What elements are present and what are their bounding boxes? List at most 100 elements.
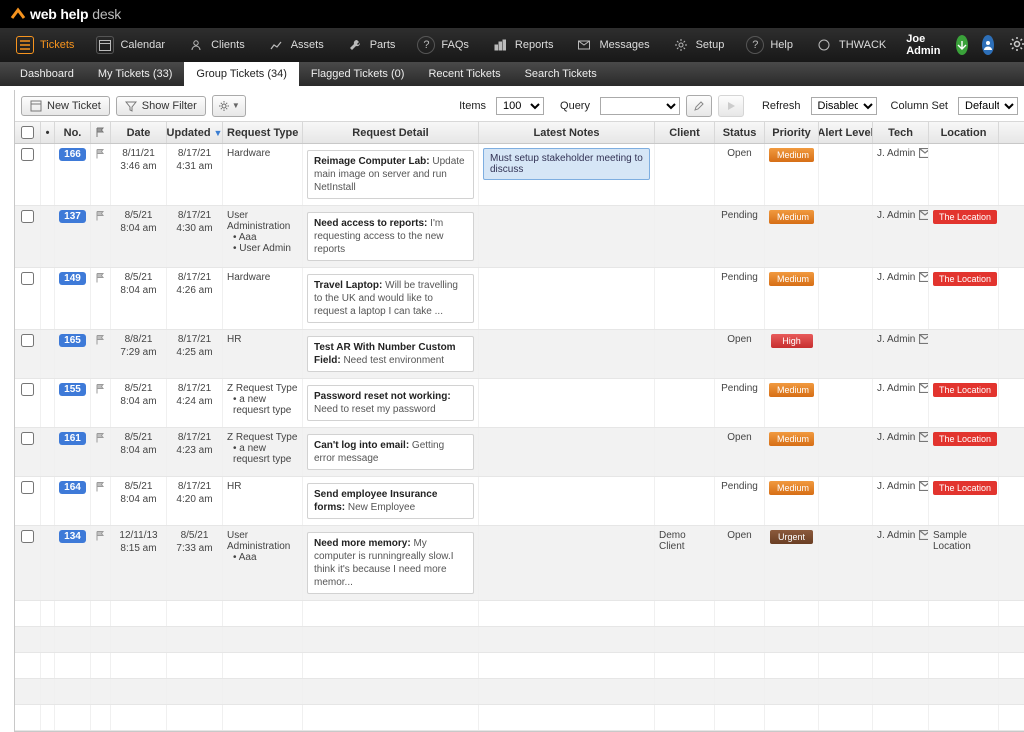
status-online-icon[interactable] — [956, 35, 968, 55]
show-filter-button[interactable]: Show Filter — [116, 96, 206, 116]
col-flag[interactable] — [91, 122, 111, 143]
ticket-number[interactable]: 164 — [59, 481, 86, 494]
ticket-row[interactable]: 1618/5/218:04 am8/17/214:23 amZ Request … — [15, 428, 1024, 477]
row-checkbox[interactable] — [21, 272, 34, 285]
ticket-number[interactable]: 149 — [59, 272, 86, 285]
ticket-row[interactable]: 1378/5/218:04 am8/17/214:30 amUser Admin… — [15, 206, 1024, 268]
row-select[interactable] — [15, 526, 41, 600]
flag-cell[interactable] — [91, 428, 111, 476]
ticket-number[interactable]: 165 — [59, 334, 86, 347]
flag-cell[interactable] — [91, 330, 111, 378]
mail-icon[interactable] — [919, 383, 929, 396]
col-latest-notes[interactable]: Latest Notes — [479, 122, 655, 143]
flag-cell[interactable] — [91, 144, 111, 205]
ticket-number[interactable]: 137 — [59, 210, 86, 223]
mail-icon[interactable] — [919, 481, 929, 494]
row-checkbox[interactable] — [21, 210, 34, 223]
col-updated[interactable]: Updated▼ — [167, 122, 223, 143]
subnav-tab[interactable]: Search Tickets — [513, 62, 609, 86]
row-select[interactable] — [15, 330, 41, 378]
new-ticket-button[interactable]: New Ticket — [21, 96, 110, 116]
actions-menu-button[interactable]: ▼ — [212, 95, 246, 117]
nav-help[interactable]: ? Help — [738, 28, 801, 62]
row-checkbox[interactable] — [21, 432, 34, 445]
user-avatar-icon[interactable] — [982, 35, 994, 55]
settings-icon[interactable] — [1008, 35, 1024, 56]
refresh-select[interactable]: Disabled — [811, 97, 877, 115]
mail-icon[interactable] — [919, 334, 929, 347]
col-tech[interactable]: Tech — [873, 122, 929, 143]
row-select[interactable] — [15, 428, 41, 476]
row-select[interactable] — [15, 144, 41, 205]
col-marker[interactable]: • — [41, 122, 55, 143]
col-status[interactable]: Status — [715, 122, 765, 143]
edit-query-button[interactable] — [686, 95, 712, 117]
nav-calendar[interactable]: Calendar — [88, 28, 173, 62]
row-select[interactable] — [15, 206, 41, 267]
row-checkbox[interactable] — [21, 530, 34, 543]
subnav-tab[interactable]: Group Tickets (34) — [184, 62, 298, 86]
flag-cell[interactable] — [91, 379, 111, 427]
col-client[interactable]: Client — [655, 122, 715, 143]
nav-reports[interactable]: Reports — [483, 28, 562, 62]
ticket-row[interactable]: 1648/5/218:04 am8/17/214:20 amHRSend emp… — [15, 477, 1024, 526]
columnset-select[interactable]: Default — [958, 97, 1018, 115]
nav-thwack[interactable]: THWACK — [807, 28, 894, 62]
detail-card[interactable]: Test AR With Number Custom Field: Need t… — [307, 336, 474, 372]
ticket-number[interactable]: 134 — [59, 530, 86, 543]
mail-icon[interactable] — [919, 272, 929, 285]
detail-card[interactable]: Send employee Insurance forms: New Emplo… — [307, 483, 474, 519]
col-location[interactable]: Location — [929, 122, 999, 143]
mail-icon[interactable] — [919, 530, 929, 543]
nav-faqs[interactable]: ? FAQs — [409, 28, 477, 62]
ticket-number[interactable]: 161 — [59, 432, 86, 445]
detail-card[interactable]: Password reset not working: Need to rese… — [307, 385, 474, 421]
ticket-row[interactable]: 13412/11/138:15 am8/5/217:33 amUser Admi… — [15, 526, 1024, 601]
ticket-row[interactable]: 1658/8/217:29 am8/17/214:25 amHRTest AR … — [15, 330, 1024, 379]
nav-clients[interactable]: Clients — [179, 28, 253, 62]
col-alert[interactable]: Alert Level — [819, 122, 873, 143]
items-per-page-select[interactable]: 100 — [496, 97, 544, 115]
col-request-detail[interactable]: Request Detail — [303, 122, 479, 143]
mail-icon[interactable] — [919, 432, 929, 445]
detail-card[interactable]: Travel Laptop: Will be travelling to the… — [307, 274, 474, 323]
row-select[interactable] — [15, 477, 41, 525]
detail-card[interactable]: Need access to reports: I'm requesting a… — [307, 212, 474, 261]
detail-card[interactable]: Need more memory: My computer is running… — [307, 532, 474, 594]
col-no[interactable]: No. — [55, 122, 91, 143]
detail-card[interactable]: Reimage Computer Lab: Update main image … — [307, 150, 474, 199]
select-all-checkbox[interactable] — [21, 126, 34, 139]
ticket-row[interactable]: 1558/5/218:04 am8/17/214:24 amZ Request … — [15, 379, 1024, 428]
ticket-row[interactable]: 1668/11/213:46 am8/17/214:31 amHardwareR… — [15, 144, 1024, 206]
nav-parts[interactable]: Parts — [338, 28, 404, 62]
detail-card[interactable]: Can't log into email: Getting error mess… — [307, 434, 474, 470]
col-select-all[interactable] — [15, 122, 41, 143]
row-select[interactable] — [15, 379, 41, 427]
flag-cell[interactable] — [91, 477, 111, 525]
subnav-tab[interactable]: Recent Tickets — [416, 62, 512, 86]
subnav-tab[interactable]: Flagged Tickets (0) — [299, 62, 417, 86]
nav-tickets[interactable]: Tickets — [8, 28, 82, 62]
subnav-tab[interactable]: Dashboard — [8, 62, 86, 86]
query-select[interactable] — [600, 97, 680, 115]
flag-cell[interactable] — [91, 268, 111, 329]
row-checkbox[interactable] — [21, 148, 34, 161]
ticket-number[interactable]: 155 — [59, 383, 86, 396]
row-select[interactable] — [15, 268, 41, 329]
nav-messages[interactable]: Messages — [567, 28, 657, 62]
mail-icon[interactable] — [919, 210, 929, 223]
col-date[interactable]: Date — [111, 122, 167, 143]
mail-icon[interactable] — [919, 148, 929, 161]
flag-cell[interactable] — [91, 526, 111, 600]
col-priority[interactable]: Priority — [765, 122, 819, 143]
col-request-type[interactable]: Request Type — [223, 122, 303, 143]
nav-assets[interactable]: Assets — [259, 28, 332, 62]
nav-setup[interactable]: Setup — [664, 28, 733, 62]
row-checkbox[interactable] — [21, 481, 34, 494]
flag-cell[interactable] — [91, 206, 111, 267]
ticket-row[interactable]: 1498/5/218:04 am8/17/214:26 amHardwareTr… — [15, 268, 1024, 330]
row-checkbox[interactable] — [21, 334, 34, 347]
ticket-number[interactable]: 166 — [59, 148, 86, 161]
row-checkbox[interactable] — [21, 383, 34, 396]
subnav-tab[interactable]: My Tickets (33) — [86, 62, 185, 86]
